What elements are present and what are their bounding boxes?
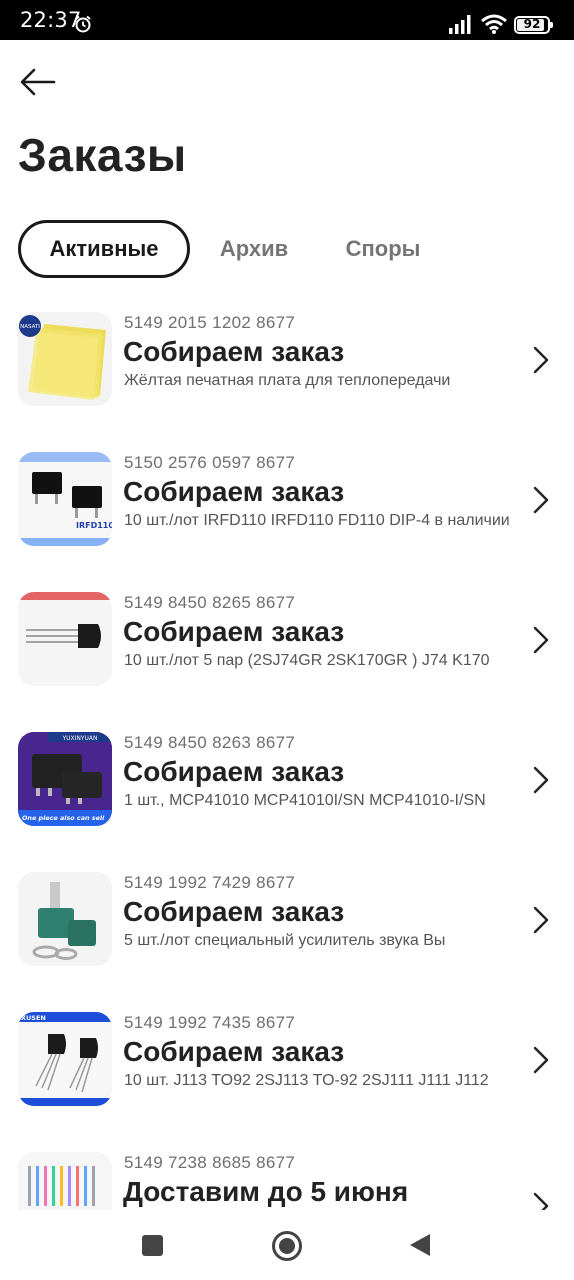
product-image-irfd110: IRFD110 bbox=[18, 452, 112, 546]
chevron-right-icon bbox=[533, 766, 549, 794]
page-title: Заказы bbox=[18, 129, 187, 181]
order-tabs: Активные Архив Споры bbox=[18, 220, 448, 278]
product-image-drill-bits bbox=[18, 1152, 112, 1210]
order-status: Собираем заказ bbox=[123, 476, 345, 507]
order-status: Собираем заказ bbox=[123, 616, 345, 647]
order-status: Собираем заказ bbox=[123, 1036, 345, 1067]
brand-label: YUXINYUAN bbox=[61, 735, 97, 742]
brand-label: XUSEN bbox=[21, 1014, 46, 1022]
signal-icon bbox=[449, 15, 471, 34]
order-status: Собираем заказ bbox=[123, 756, 345, 787]
product-image-jfet-pair bbox=[18, 592, 112, 686]
arrow-left-icon bbox=[20, 68, 56, 96]
order-number: 5149 7238 8685 8677 bbox=[124, 1153, 296, 1172]
part-label: IRFD110 bbox=[76, 521, 112, 530]
status-bar: 22:37 92 bbox=[0, 0, 574, 40]
order-description: 5 шт./лот специальный усилитель звука Вы bbox=[124, 932, 446, 949]
product-image-potentiometer bbox=[18, 872, 112, 966]
order-description: 10 шт./лот IRFD110 IRFD110 FD110 DIP-4 в… bbox=[124, 512, 510, 529]
tab-archive[interactable]: Архив bbox=[190, 220, 318, 278]
order-item[interactable]: IRFD110 5150 2576 0597 8677 Собираем зак… bbox=[0, 436, 574, 576]
battery-icon: 92 bbox=[514, 16, 553, 34]
status-time: 22:37 bbox=[20, 8, 82, 32]
chevron-right-icon bbox=[533, 1192, 549, 1210]
back-triangle-icon[interactable] bbox=[408, 1232, 432, 1258]
order-description: 1 шт., MCP41010 MCP41010I/SN MCP41010-I/… bbox=[124, 792, 486, 809]
chevron-right-icon bbox=[533, 1046, 549, 1074]
order-number: 5149 1992 7429 8677 bbox=[124, 873, 296, 892]
promo-label: One piece also can sell bbox=[22, 814, 105, 822]
system-nav-bar bbox=[0, 1210, 574, 1280]
order-description: Жёлтая печатная плата для теплопередачи bbox=[124, 372, 451, 389]
recent-apps-icon[interactable] bbox=[142, 1235, 163, 1256]
chevron-right-icon bbox=[533, 906, 549, 934]
order-item[interactable]: NASATI 5149 2015 1202 8677 Собираем зака… bbox=[0, 296, 574, 436]
order-number: 5149 8450 8265 8677 bbox=[124, 593, 296, 612]
chevron-right-icon bbox=[533, 626, 549, 654]
order-number: 5149 1992 7435 8677 bbox=[124, 1013, 296, 1032]
chevron-right-icon bbox=[533, 346, 549, 374]
order-number: 5150 2576 0597 8677 bbox=[124, 453, 296, 472]
wifi-icon bbox=[481, 14, 507, 34]
order-status: Собираем заказ bbox=[123, 336, 345, 367]
alarm-icon bbox=[75, 15, 91, 33]
order-item[interactable]: YUXINYUAN One piece also can sell 5149 8… bbox=[0, 716, 574, 856]
order-number: 5149 2015 1202 8677 bbox=[124, 313, 296, 332]
product-image-mcp41010: YUXINYUAN One piece also can sell bbox=[18, 732, 112, 826]
tab-disputes[interactable]: Споры bbox=[318, 220, 448, 278]
order-item[interactable]: 5149 8450 8265 8677 Собираем заказ 10 шт… bbox=[0, 576, 574, 716]
tab-active[interactable]: Активные bbox=[18, 220, 190, 278]
order-item[interactable]: XUSEN 5149 1992 7435 8677 Собираем заказ… bbox=[0, 996, 574, 1136]
chevron-right-icon bbox=[533, 486, 549, 514]
home-icon[interactable] bbox=[272, 1231, 302, 1261]
order-description: 10 шт./лот 5 пар (2SJ74GR 2SK170GR ) J74… bbox=[124, 652, 490, 669]
brand-label: NASATI bbox=[20, 324, 40, 330]
battery-level: 92 bbox=[523, 17, 541, 31]
back-button[interactable] bbox=[14, 62, 62, 102]
product-image-j113: XUSEN bbox=[18, 1012, 112, 1106]
order-description: 10 шт. J113 TO92 2SJ113 TO-92 2SJ111 J11… bbox=[124, 1072, 489, 1089]
product-image-yellow-pcb: NASATI bbox=[18, 312, 112, 406]
order-status: Доставим до 5 июня bbox=[123, 1176, 409, 1207]
order-number: 5149 8450 8263 8677 bbox=[124, 733, 296, 752]
orders-list: NASATI 5149 2015 1202 8677 Собираем зака… bbox=[0, 296, 574, 1210]
order-status: Собираем заказ bbox=[123, 896, 345, 927]
order-item[interactable]: 5149 1992 7429 8677 Собираем заказ 5 шт.… bbox=[0, 856, 574, 996]
order-item[interactable]: 5149 7238 8685 8677 Доставим до 5 июня bbox=[0, 1136, 574, 1210]
